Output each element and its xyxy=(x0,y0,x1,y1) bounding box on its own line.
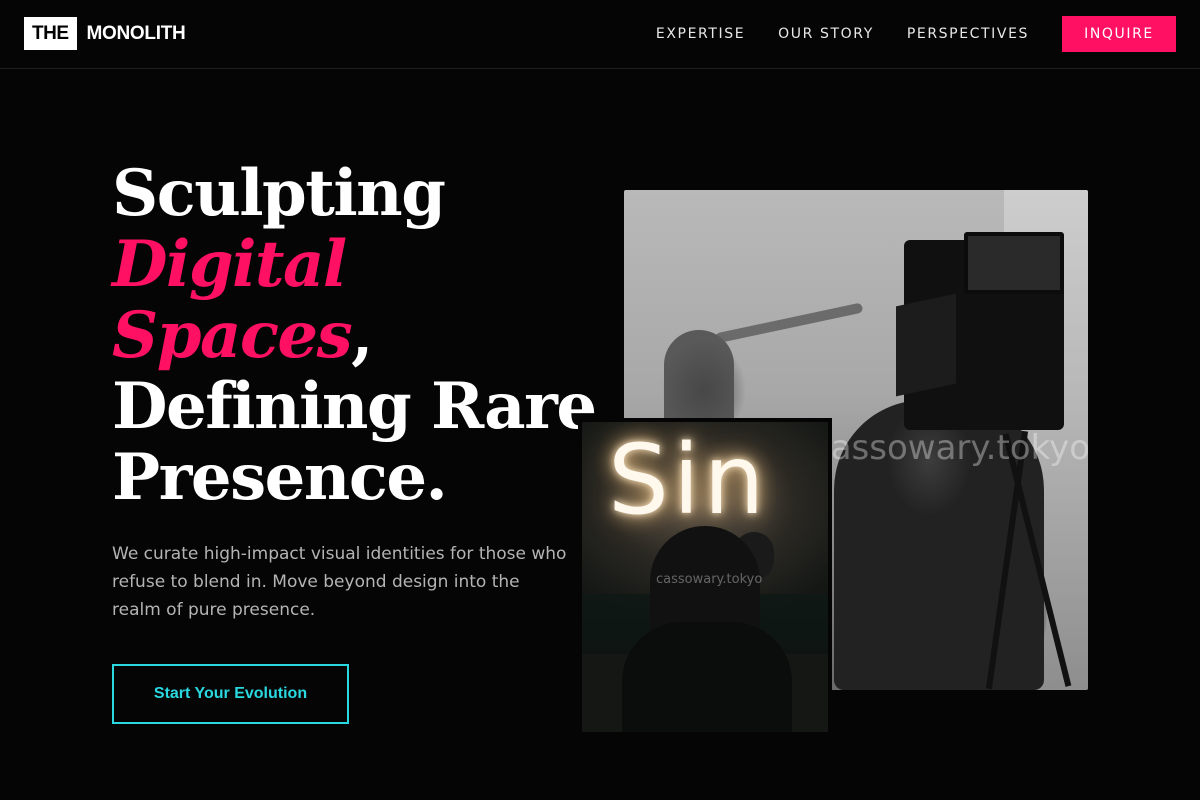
neon-sign-text: Sin xyxy=(608,424,769,536)
headline-line-5: Presence. xyxy=(112,440,448,515)
logo-box: THE xyxy=(24,17,77,50)
photo-dancer xyxy=(664,330,734,430)
photo-person-body xyxy=(622,622,792,732)
inquire-button[interactable]: INQUIRE xyxy=(1062,16,1176,52)
nav-link-perspectives[interactable]: PERSPECTIVES xyxy=(907,26,1029,42)
photo-watermark: cassowary.tokyo xyxy=(812,428,1088,468)
headline-line-4: Defining Rare xyxy=(112,369,597,444)
logo[interactable]: THE MONOLITH xyxy=(24,17,186,50)
headline-accent-digital: Digital xyxy=(112,227,347,302)
main-nav: EXPERTISE OUR STORY PERSPECTIVES INQUIRE xyxy=(656,16,1176,52)
start-evolution-button[interactable]: Start Your Evolution xyxy=(112,664,349,724)
hero-subtext: We curate high-impact visual identities … xyxy=(112,544,567,620)
hero-headline: Sculpting Digital Spaces, Defining Rare … xyxy=(112,156,597,515)
site-header: THE MONOLITH EXPERTISE OUR STORY PERSPEC… xyxy=(0,0,1200,69)
logo-word: MONOLITH xyxy=(86,22,186,44)
nav-link-our-story[interactable]: OUR STORY xyxy=(778,26,874,42)
photo-camera-monitor xyxy=(964,232,1064,294)
photo-camera-lens xyxy=(896,293,956,397)
headline-accent-spaces: Spaces xyxy=(112,298,353,373)
photo-watermark: cassowary.tokyo xyxy=(656,572,763,587)
headline-comma: , xyxy=(351,298,373,373)
photo-dancer-arms xyxy=(714,302,864,344)
headline-line-1: Sculpting xyxy=(112,156,446,231)
nav-link-expertise[interactable]: EXPERTISE xyxy=(656,26,745,42)
headline-line-3: Spaces, xyxy=(112,300,596,371)
neon-sign-photo: Sin cassowary.tokyo xyxy=(578,418,832,736)
neon-photo-inner: Sin cassowary.tokyo xyxy=(582,422,828,732)
